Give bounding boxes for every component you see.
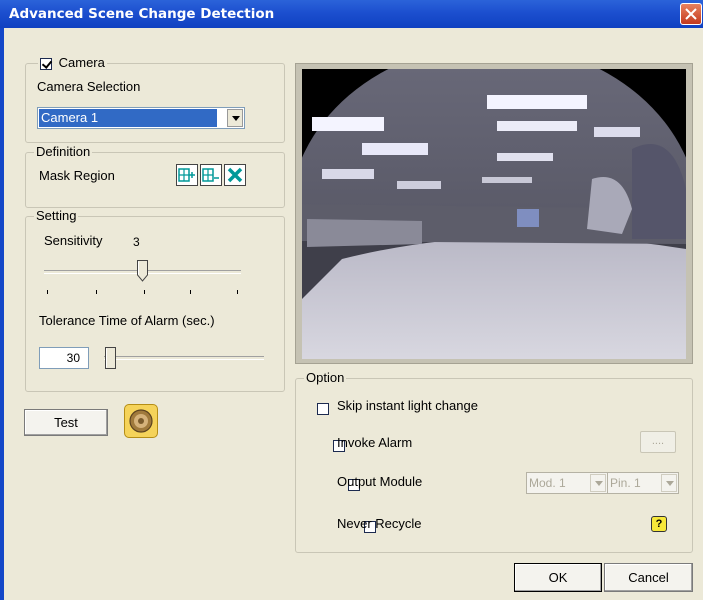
definition-legend: Definition bbox=[34, 144, 93, 159]
camera-legend: Camera bbox=[38, 55, 107, 70]
chevron-down-icon[interactable] bbox=[590, 474, 606, 492]
speaker-icon bbox=[129, 409, 153, 433]
camera-selection-label: Camera Selection bbox=[37, 79, 141, 94]
alarm-browse-button[interactable]: .... bbox=[640, 431, 676, 453]
add-mask-button[interactable] bbox=[176, 164, 198, 186]
camera-checkbox-label: Camera bbox=[58, 55, 105, 70]
sensitivity-tick bbox=[190, 290, 191, 294]
close-button[interactable] bbox=[680, 3, 702, 25]
sensitivity-tick bbox=[47, 290, 48, 294]
output-module-label: Output Module bbox=[337, 474, 423, 489]
ok-button[interactable]: OK bbox=[514, 563, 602, 592]
sensitivity-tick bbox=[96, 290, 97, 294]
test-sound-button[interactable] bbox=[124, 404, 158, 438]
window-left-border bbox=[0, 28, 4, 600]
camera-preview-frame bbox=[295, 63, 693, 364]
sensitivity-tick bbox=[237, 290, 238, 294]
pin-select-value: Pin. 1 bbox=[610, 476, 641, 490]
tolerance-slider-thumb[interactable] bbox=[105, 347, 116, 369]
option-legend: Option bbox=[304, 370, 347, 385]
camera-group: Camera bbox=[25, 55, 285, 143]
tolerance-slider-track[interactable] bbox=[104, 356, 264, 360]
remove-mask-icon bbox=[202, 168, 219, 182]
chevron-down-icon[interactable] bbox=[227, 109, 243, 127]
add-mask-icon bbox=[178, 168, 195, 182]
tolerance-label: Tolerance Time of Alarm (sec.) bbox=[39, 313, 215, 328]
title-bar: Advanced Scene Change Detection bbox=[0, 0, 703, 28]
sensitivity-tick bbox=[144, 290, 145, 294]
module-select-value: Mod. 1 bbox=[529, 476, 566, 490]
chevron-down-icon[interactable] bbox=[661, 474, 677, 492]
window-title: Advanced Scene Change Detection bbox=[9, 6, 275, 22]
sensitivity-label: Sensitivity bbox=[44, 233, 103, 248]
module-select[interactable]: Mod. 1 bbox=[526, 472, 608, 494]
help-icon[interactable]: ? bbox=[651, 516, 667, 532]
camera-select[interactable]: Camera 1 bbox=[37, 107, 245, 129]
pin-select[interactable]: Pin. 1 bbox=[607, 472, 679, 494]
setting-legend: Setting bbox=[34, 208, 79, 223]
test-button[interactable]: Test bbox=[24, 409, 108, 436]
sensitivity-slider-thumb[interactable] bbox=[137, 260, 148, 282]
skip-light-label: Skip instant light change bbox=[337, 398, 478, 413]
close-icon bbox=[685, 8, 697, 20]
clear-mask-button[interactable] bbox=[224, 164, 246, 186]
mask-region-label: Mask Region bbox=[39, 168, 115, 183]
remove-mask-button[interactable] bbox=[200, 164, 222, 186]
clear-mask-icon bbox=[227, 167, 243, 183]
camera-preview-image[interactable] bbox=[302, 69, 686, 359]
sensitivity-value: 3 bbox=[133, 235, 140, 249]
never-recycle-label: Never Recycle bbox=[337, 516, 422, 531]
camera-checkbox[interactable] bbox=[40, 57, 52, 70]
invoke-alarm-label: Invoke Alarm bbox=[337, 435, 413, 450]
skip-light-checkbox[interactable] bbox=[317, 402, 329, 415]
camera-select-value: Camera 1 bbox=[39, 109, 217, 127]
cancel-button[interactable]: Cancel bbox=[604, 563, 693, 592]
tolerance-input[interactable]: 30 bbox=[39, 347, 89, 369]
